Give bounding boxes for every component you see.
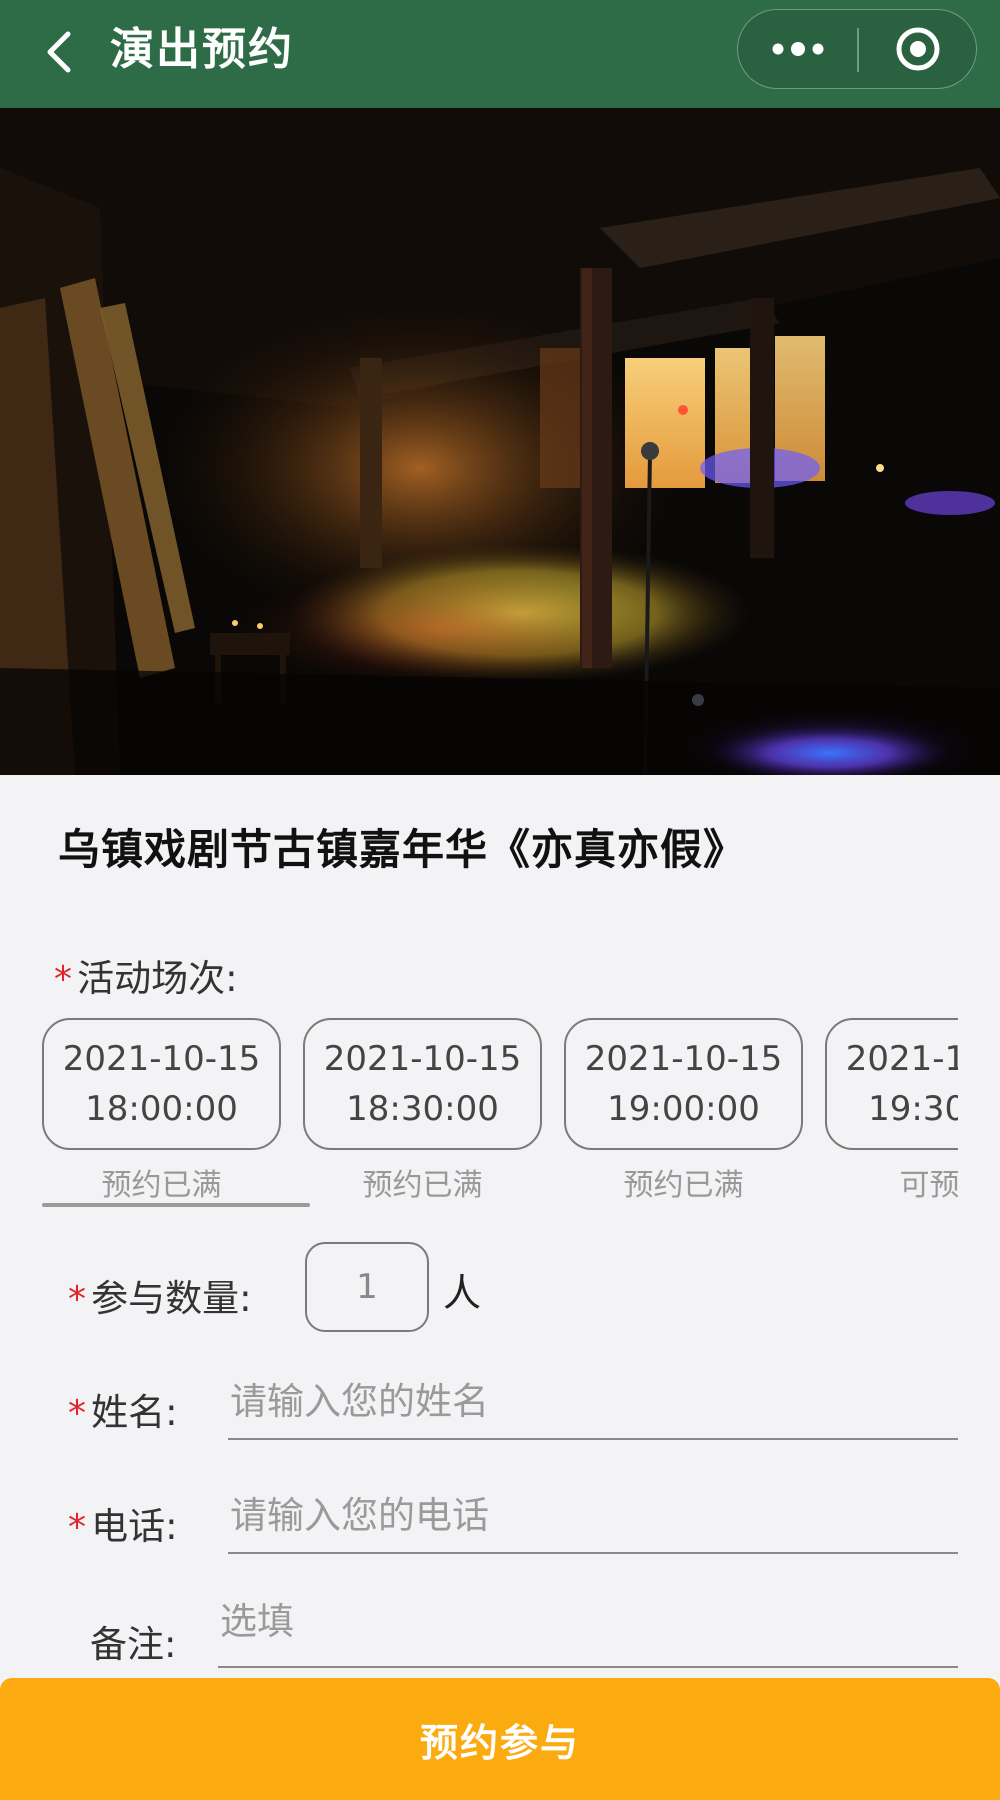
session-label: * 活动场次:	[54, 957, 238, 1000]
back-button[interactable]	[30, 22, 90, 82]
quantity-unit: 人	[443, 1271, 482, 1315]
session-status: 可预约	[899, 1168, 959, 1203]
event-title: 乌镇戏剧节古镇嘉年华《亦真亦假》	[58, 825, 747, 874]
session-card[interactable]: 2021-10-15 19:00:00	[564, 1018, 803, 1150]
session-time: 18:00:00	[85, 1089, 238, 1129]
required-mark: *	[54, 959, 72, 1000]
session-list: 2021-10-15 18:00:00 预约已满 2021-10-15 18:30:00…	[42, 1018, 958, 1208]
target-circle-icon	[896, 27, 940, 71]
required-mark: *	[68, 1279, 86, 1320]
required-mark: *	[68, 1393, 86, 1434]
session-date: 2021-10-15	[584, 1039, 783, 1079]
session-scroller[interactable]: 2021-10-15 18:00:00 预约已满 2021-10-15 18:30:00…	[42, 1018, 958, 1208]
page-title: 演出预约	[110, 24, 294, 75]
name-input[interactable]	[228, 1372, 958, 1440]
session-card[interactable]: 2021-10-15 18:00:00	[42, 1018, 281, 1150]
session-time: 19:00:00	[607, 1089, 760, 1129]
session-option[interactable]: 2021-10-15 19:30:00 可预约	[825, 1018, 958, 1208]
session-date: 2021-10-15	[845, 1039, 958, 1079]
close-mini-program-button[interactable]	[858, 10, 978, 88]
session-time: 19:30:00	[868, 1089, 958, 1129]
scroll-indicator	[42, 1203, 310, 1207]
session-status: 预约已满	[623, 1168, 744, 1203]
session-option[interactable]: 2021-10-15 18:00:00 预约已满	[42, 1018, 281, 1208]
note-input[interactable]	[218, 1584, 958, 1668]
session-card[interactable]: 2021-10-15 18:30:00	[303, 1018, 542, 1150]
name-label: * 姓名:	[68, 1391, 178, 1434]
session-card[interactable]: 2021-10-15 19:30:00	[825, 1018, 958, 1150]
submit-reservation-button[interactable]: 预约参与	[0, 1678, 1000, 1800]
phone-label: * 电话:	[68, 1505, 178, 1548]
navigation-bar: 演出预约	[0, 0, 1000, 108]
session-option[interactable]: 2021-10-15 19:00:00 预约已满	[564, 1018, 803, 1208]
session-date: 2021-10-15	[62, 1039, 261, 1079]
more-button[interactable]	[738, 10, 858, 88]
phone-input[interactable]	[228, 1486, 958, 1554]
more-dots-icon	[772, 42, 824, 56]
session-date: 2021-10-15	[323, 1039, 522, 1079]
event-photo	[0, 108, 1000, 775]
required-mark: *	[68, 1507, 86, 1548]
mini-program-capsule	[737, 9, 977, 89]
quantity-label: * 参与数量:	[68, 1277, 252, 1320]
note-label: 备注:	[90, 1623, 177, 1666]
chevron-left-icon	[47, 31, 71, 73]
quantity-input[interactable]	[305, 1242, 429, 1332]
session-option[interactable]: 2021-10-15 18:30:00 预约已满	[303, 1018, 542, 1208]
session-status: 预约已满	[101, 1168, 222, 1203]
event-photo-illustration	[0, 108, 1000, 775]
session-status: 预约已满	[362, 1168, 483, 1203]
session-time: 18:30:00	[346, 1089, 499, 1129]
